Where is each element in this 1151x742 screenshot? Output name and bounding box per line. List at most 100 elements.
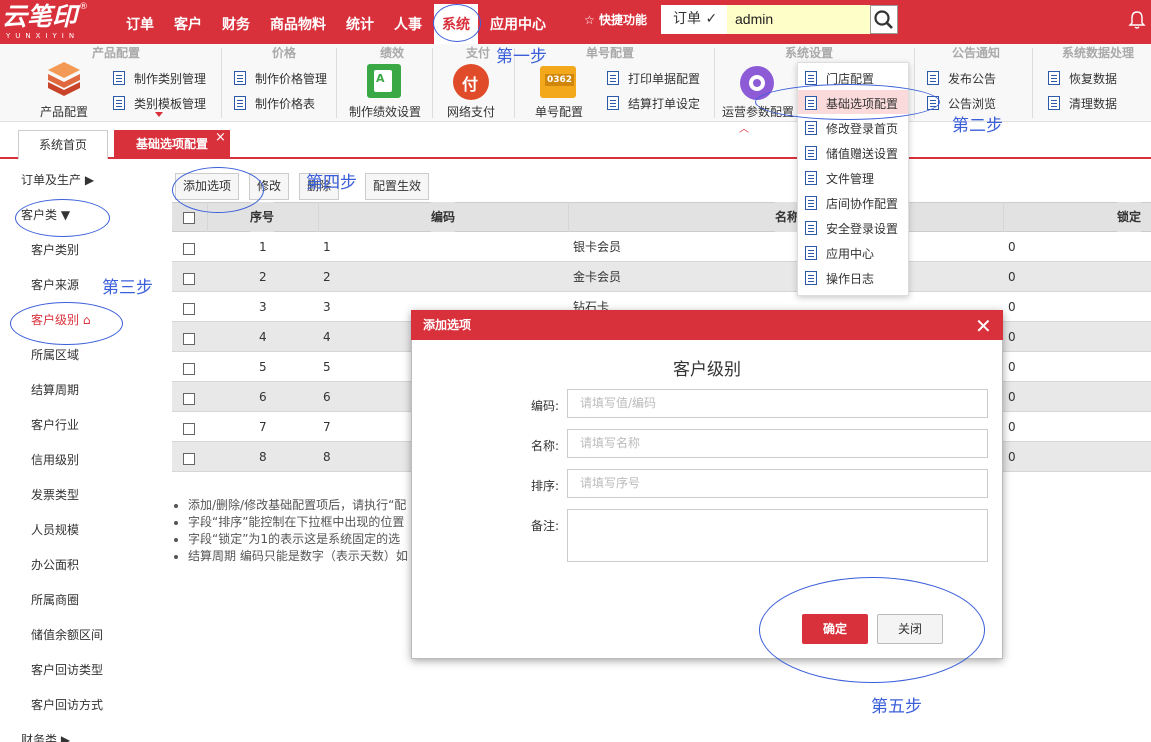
document-icon: [805, 271, 817, 285]
column-header-code[interactable]: 编码: [431, 202, 456, 232]
sidebar-item-visit-method[interactable]: 客户回访方式: [31, 696, 103, 713]
table-row[interactable]: [172, 232, 1151, 262]
clean-data-button[interactable]: 清理数据: [1048, 95, 1138, 113]
nav-item-materials[interactable]: 商品物料: [270, 0, 326, 44]
cell-seq: 2: [259, 270, 267, 284]
sidebar-group-finance[interactable]: 财务类 ▶: [21, 731, 70, 742]
tab-home[interactable]: 系统首页: [18, 130, 108, 159]
group-title-number: 单号配置: [586, 46, 635, 60]
close-icon[interactable]: ✕: [975, 314, 992, 338]
cell-seq: 8: [259, 450, 267, 464]
sidebar-item-customer-category[interactable]: 客户类别: [31, 241, 79, 258]
group-title-system: 系统设置: [785, 46, 834, 60]
number-config-button[interactable]: 0362: [540, 66, 576, 98]
category-manage-button[interactable]: 制作类别管理: [113, 70, 213, 88]
sidebar-item-office-area[interactable]: 办公面积: [31, 556, 79, 573]
print-doc-config-button[interactable]: 打印单据配置: [607, 70, 707, 88]
help-note: 结算周期 编码只能是数字（表示天数）如: [188, 548, 408, 565]
row-checkbox[interactable]: [183, 273, 195, 285]
dropdown-item[interactable]: 储值赠送设置: [805, 145, 905, 163]
search-input[interactable]: admin: [727, 5, 870, 34]
field-label-code: 编码:: [531, 399, 560, 413]
sheet-icon: A: [374, 70, 392, 92]
sidebar-item-settlement-cycle[interactable]: 结算周期: [31, 381, 79, 398]
nav-item-orders[interactable]: 订单: [126, 0, 154, 44]
nav-item-hr[interactable]: 人事: [394, 0, 422, 44]
row-checkbox[interactable]: [183, 243, 195, 255]
code-input[interactable]: 请填写值/编码: [567, 389, 988, 418]
column-header-name[interactable]: 名称: [775, 202, 800, 232]
category-template-label: 类别模板管理: [134, 97, 207, 111]
dropdown-arrow-icon: [155, 112, 163, 117]
column-header-lock[interactable]: 锁定: [1117, 202, 1142, 232]
field-label-remark: 备注:: [531, 519, 560, 533]
online-payment-button[interactable]: 付: [453, 64, 489, 100]
row-checkbox[interactable]: [183, 363, 195, 375]
search-type-select[interactable]: 订单 ✓: [661, 5, 727, 34]
annotation-step5: 第五步: [871, 697, 922, 717]
price-manage-button[interactable]: 制作价格管理: [234, 70, 334, 88]
row-checkbox[interactable]: [183, 453, 195, 465]
select-all-checkbox[interactable]: [183, 212, 195, 224]
price-table-button[interactable]: 制作价格表: [234, 95, 334, 113]
sidebar-item-balance-range[interactable]: 储值余额区间: [31, 626, 103, 643]
dialog-header: 添加选项: [411, 310, 1003, 340]
sidebar-item-staff-size[interactable]: 人员规模: [31, 521, 79, 538]
tab-basic-options[interactable]: 基础选项配置: [114, 130, 230, 159]
product-config-label: 产品配置: [40, 105, 89, 119]
performance-settings-label: 制作绩效设置: [349, 105, 422, 119]
nav-item-finance[interactable]: 财务: [222, 0, 250, 44]
cell-code: 4: [323, 330, 331, 344]
document-icon: [805, 171, 817, 185]
column-header-seq[interactable]: 序号: [250, 202, 275, 232]
help-note: 添加/删除/修改基础配置项后，请执行“配: [188, 497, 408, 514]
dropdown-item[interactable]: 安全登录设置: [805, 220, 905, 238]
cell-lock: 0: [1008, 390, 1016, 404]
row-checkbox[interactable]: [183, 393, 195, 405]
cell-seq: 6: [259, 390, 267, 404]
close-icon[interactable]: ×: [215, 130, 226, 145]
settlement-print-button[interactable]: 结算打单设定: [607, 95, 707, 113]
star-icon: ☆: [584, 13, 595, 27]
sidebar-item-customer-source[interactable]: 客户来源: [31, 276, 79, 293]
row-checkbox[interactable]: [183, 333, 195, 345]
cell-seq: 3: [259, 300, 267, 314]
row-checkbox[interactable]: [183, 303, 195, 315]
remark-textarea[interactable]: [567, 509, 988, 562]
category-template-button[interactable]: 类别模板管理: [113, 95, 213, 113]
logo-registered-mark: ®: [79, 2, 88, 12]
sidebar-item-visit-type[interactable]: 客户回访类型: [31, 661, 103, 678]
sidebar-group-orders[interactable]: 订单及生产 ▶: [21, 171, 94, 188]
dropdown-item[interactable]: 文件管理: [805, 170, 905, 188]
sort-input[interactable]: 请填写序号: [567, 469, 988, 498]
cell-lock: 0: [1008, 360, 1016, 374]
apply-config-button[interactable]: 配置生效: [365, 173, 430, 200]
name-input[interactable]: 请填写名称: [567, 429, 988, 458]
quick-functions-button[interactable]: ☆ 快捷功能: [584, 11, 647, 28]
nav-item-statistics[interactable]: 统计: [346, 0, 374, 44]
dropdown-item[interactable]: 店间协作配置: [805, 195, 905, 213]
document-icon: [805, 146, 817, 160]
checkbox-box: [183, 423, 195, 435]
group-title-price: 价格: [272, 46, 297, 60]
sidebar-item-invoice-type[interactable]: 发票类型: [31, 486, 79, 503]
nav-item-customers[interactable]: 客户: [174, 0, 202, 44]
nav-item-app-center[interactable]: 应用中心: [490, 0, 546, 44]
table-row[interactable]: [172, 262, 1151, 292]
performance-settings-button[interactable]: A: [367, 64, 401, 98]
document-icon: [234, 96, 246, 110]
publish-notice-button[interactable]: 发布公告: [927, 70, 1017, 88]
dropdown-item[interactable]: 应用中心: [805, 245, 905, 263]
row-checkbox[interactable]: [183, 423, 195, 435]
sidebar-item-business-district[interactable]: 所属商圈: [31, 591, 79, 608]
restore-data-button[interactable]: 恢复数据: [1048, 70, 1138, 88]
sidebar-item-credit-level[interactable]: 信用级别: [31, 451, 79, 468]
dropdown-item[interactable]: 修改登录首页: [805, 120, 905, 138]
sidebar-item-industry[interactable]: 客户行业: [31, 416, 79, 433]
bell-icon[interactable]: [1128, 10, 1146, 34]
chevron-down-icon: ✓: [705, 11, 718, 27]
dropdown-item[interactable]: 操作日志: [805, 270, 905, 288]
document-icon: [805, 71, 817, 85]
search-button[interactable]: [870, 5, 898, 34]
sidebar-item-region[interactable]: 所属区域: [31, 346, 79, 363]
